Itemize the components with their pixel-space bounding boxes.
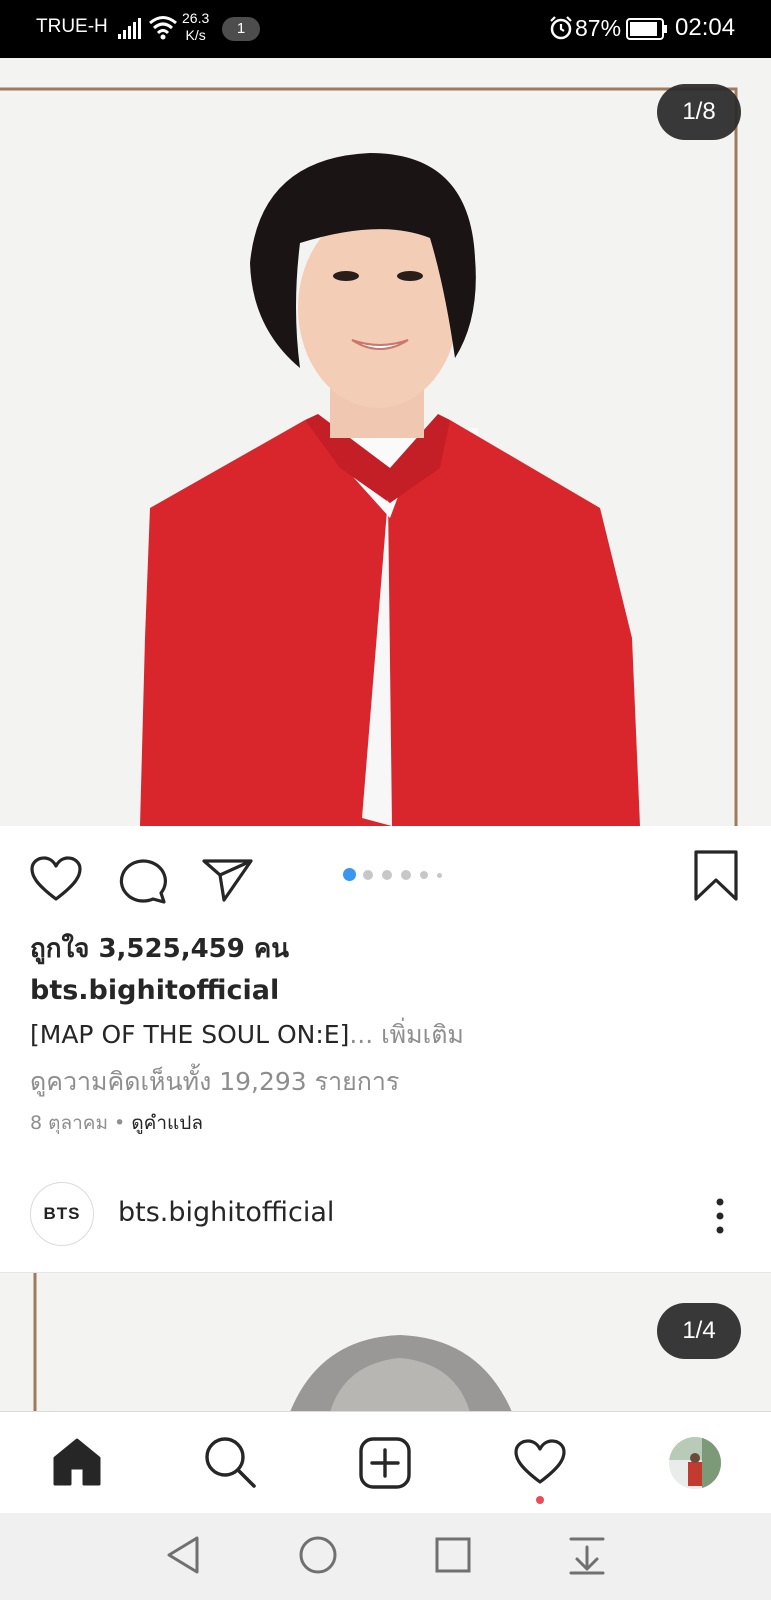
post-action-bar	[0, 826, 771, 924]
caption-more-link[interactable]: เพิ่มเติม	[381, 1020, 464, 1049]
heart-outline-icon[interactable]	[514, 1439, 566, 1485]
carousel-dot	[420, 871, 428, 879]
alarm-icon	[550, 16, 572, 40]
network-speed: 26.3 K/s	[182, 10, 209, 44]
signal-icon	[118, 18, 141, 39]
see-translation-link[interactable]: ดูคำแปล	[131, 1112, 203, 1134]
notification-count-badge: 1	[222, 17, 260, 41]
more-options-icon[interactable]	[710, 1196, 730, 1236]
carousel-dot	[363, 870, 373, 880]
home-filled-icon[interactable]	[52, 1438, 102, 1486]
caption-ellipsis: ...	[349, 1020, 382, 1049]
caption-text: [MAP OF THE SOUL ON:E]	[30, 1020, 350, 1049]
network-speed-value: 26.3	[182, 10, 210, 26]
post-meta: 8 ตุลาคม • ดูคำแปล	[30, 1108, 203, 1138]
likes-count[interactable]: ถูกใจ 3,525,459 คน	[30, 928, 289, 969]
wifi-icon	[149, 16, 177, 40]
plus-square-icon[interactable]	[359, 1437, 411, 1489]
carousel-dot-active	[343, 868, 356, 881]
profile-avatar[interactable]	[668, 1436, 722, 1490]
view-all-comments-link[interactable]: ดูความคิดเห็นทั้ง 19,293 รายการ	[30, 1062, 399, 1102]
carousel-dot	[401, 870, 411, 880]
battery-percent: 87%	[575, 15, 622, 41]
avatar[interactable]: BTS	[30, 1182, 94, 1246]
post-photo	[0, 58, 771, 826]
clock: 02:04	[675, 14, 736, 41]
pull-down-icon[interactable]	[568, 1535, 606, 1575]
post-date: 8 ตุลาคม	[30, 1112, 109, 1134]
post-photo	[0, 1273, 771, 1411]
photo-counter: 1/4	[657, 1303, 741, 1359]
post-header: BTS bts.bighitofficial	[0, 1182, 771, 1272]
meta-separator: •	[108, 1112, 132, 1134]
square-recents-icon[interactable]	[434, 1535, 472, 1575]
circle-home-icon[interactable]	[298, 1535, 338, 1575]
post-caption: [MAP OF THE SOUL ON:E]... เพิ่มเติม	[30, 1015, 464, 1055]
network-speed-unit: K/s	[185, 27, 206, 43]
triangle-back-icon[interactable]	[166, 1535, 200, 1575]
system-navigation-bar	[0, 1513, 771, 1600]
photo-counter: 1/8	[657, 84, 741, 140]
activity-notification-dot	[536, 1496, 544, 1504]
post-username[interactable]: bts.bighitofficial	[118, 1197, 334, 1228]
caption-username[interactable]: bts.bighitofficial	[30, 975, 279, 1006]
battery-icon	[626, 18, 667, 40]
bookmark-icon[interactable]	[694, 850, 738, 902]
paper-plane-icon[interactable]	[202, 858, 254, 902]
status-bar: TRUE-H 26.3 K/s 1 87% 02:04	[0, 0, 771, 58]
post-image-carousel[interactable]: 1/8	[0, 58, 771, 826]
carrier-name: TRUE-H	[36, 16, 108, 37]
search-icon[interactable]	[204, 1436, 256, 1488]
like-heart-icon[interactable]	[30, 856, 82, 902]
carousel-dot	[437, 873, 442, 878]
post-image-carousel[interactable]: 1/4	[0, 1272, 771, 1411]
bottom-tab-bar	[0, 1411, 771, 1513]
comment-bubble-icon[interactable]	[117, 856, 167, 904]
carousel-dot	[382, 870, 392, 880]
